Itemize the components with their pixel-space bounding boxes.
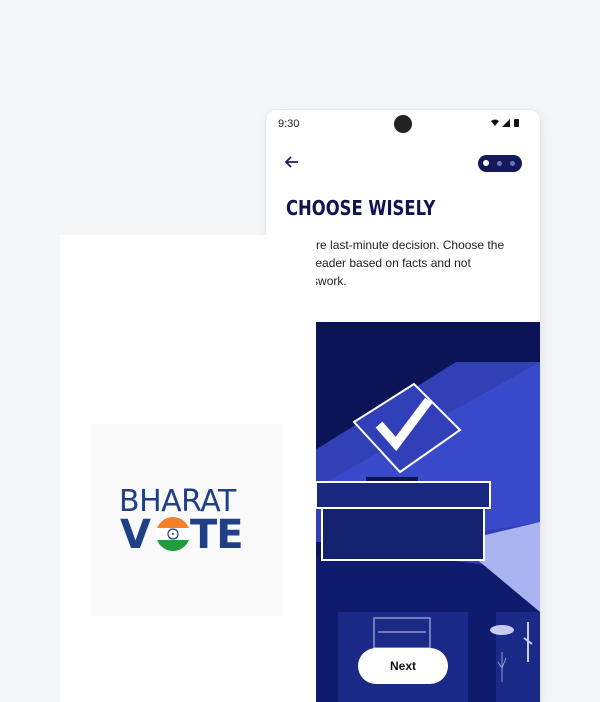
page-dot-active [483, 160, 489, 166]
page-title: CHOOSE WISELY [286, 196, 436, 220]
logo-letter-v: V [120, 512, 151, 558]
logo-letters-te: TE [189, 512, 244, 558]
status-time: 9:30 [278, 118, 300, 130]
back-arrow-icon[interactable] [284, 154, 304, 174]
camera-cutout [394, 115, 412, 133]
battery-icon [514, 119, 519, 127]
page-dot [497, 161, 502, 166]
status-bar: 9:30 [266, 110, 540, 138]
signal-icon [502, 119, 510, 127]
page-description: Explore last-minute decision. Choose the… [286, 238, 505, 288]
wifi-icon [491, 119, 499, 126]
page-dot [510, 161, 515, 166]
page-indicator [478, 155, 522, 172]
next-button[interactable]: Next [358, 648, 448, 684]
flag-o-icon [156, 517, 190, 551]
status-icons [490, 118, 524, 131]
app-logo: BHARAT V TE [91, 424, 283, 616]
splash-screen: BHARAT V TE [60, 235, 316, 702]
